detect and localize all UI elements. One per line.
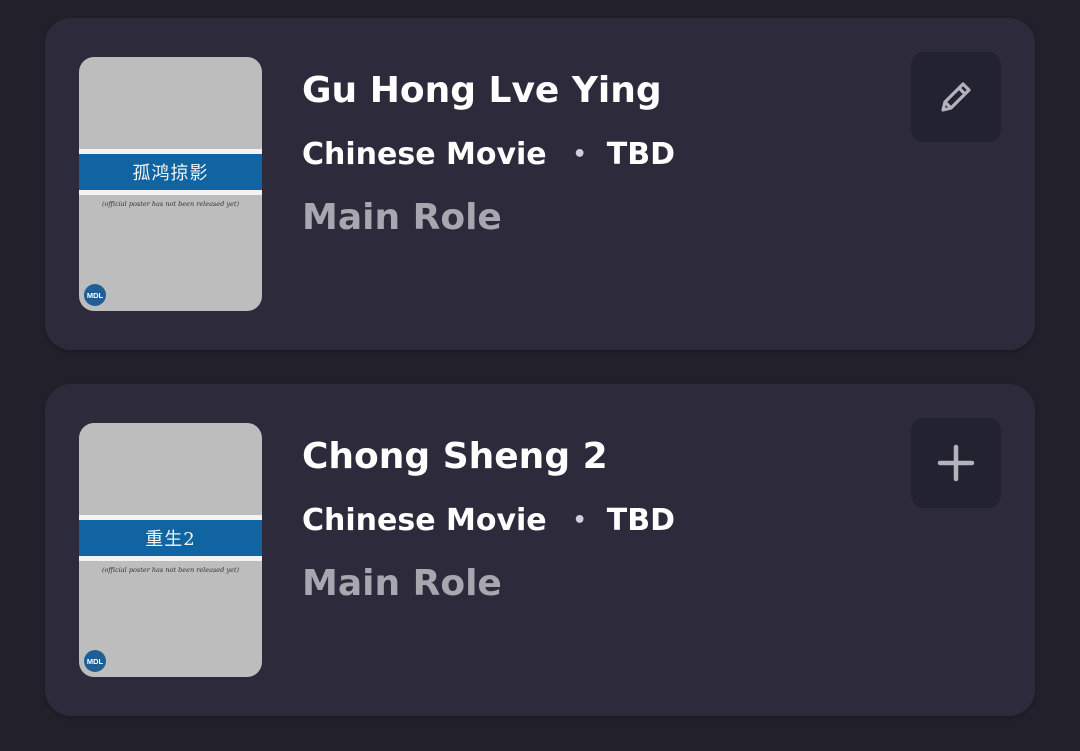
poster-image[interactable]: 孤鸿掠影 (official poster has not been relea…	[79, 57, 262, 311]
poster-title: 重生2	[145, 529, 196, 550]
poster-note: (official poster has not been released y…	[101, 566, 240, 574]
separator-dot: •	[572, 142, 587, 167]
mdl-logo: MDL	[84, 650, 106, 672]
drama-meta: Chinese Movie • TBD	[302, 137, 675, 172]
drama-title[interactable]: Chong Sheng 2	[302, 436, 608, 477]
poster-title-band: 重生2	[79, 515, 262, 561]
drama-status: TBD	[606, 137, 675, 172]
drama-type: Chinese Movie	[302, 503, 547, 538]
add-button[interactable]	[911, 418, 1001, 508]
plus-icon	[937, 444, 975, 482]
drama-status: TBD	[606, 503, 675, 538]
separator-dot: •	[572, 508, 587, 533]
poster-title-band: 孤鸿掠影	[79, 149, 262, 195]
drama-card[interactable]: 重生2 (official poster has not been releas…	[45, 384, 1035, 716]
poster-title: 孤鸿掠影	[132, 163, 209, 184]
drama-type: Chinese Movie	[302, 137, 547, 172]
drama-card[interactable]: 孤鸿掠影 (official poster has not been relea…	[45, 18, 1035, 350]
drama-role: Main Role	[302, 563, 502, 604]
drama-role: Main Role	[302, 197, 502, 238]
poster-image[interactable]: 重生2 (official poster has not been releas…	[79, 423, 262, 677]
mdl-logo: MDL	[84, 284, 106, 306]
poster-note: (official poster has not been released y…	[101, 200, 240, 208]
drama-title[interactable]: Gu Hong Lve Ying	[302, 70, 662, 111]
drama-meta: Chinese Movie • TBD	[302, 503, 675, 538]
edit-button[interactable]	[911, 52, 1001, 142]
pencil-icon	[941, 82, 971, 112]
